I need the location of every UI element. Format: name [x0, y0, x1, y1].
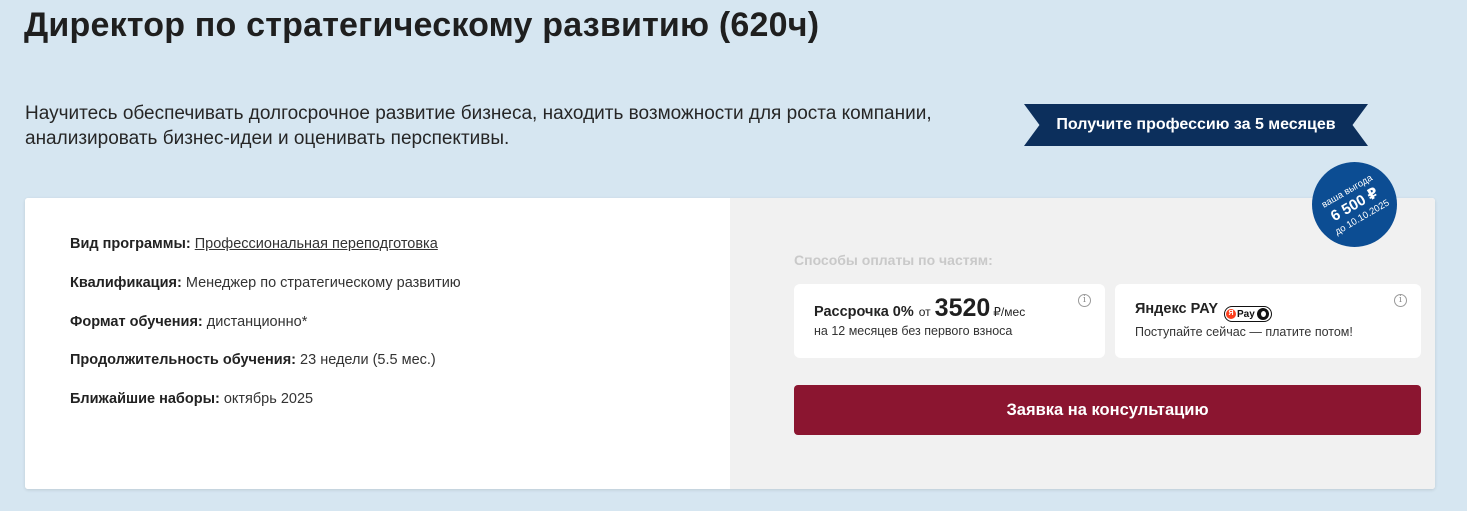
installment-from: от — [918, 305, 931, 319]
program-type-label: Вид программы: — [70, 236, 191, 252]
format-label: Формат обучения: — [70, 314, 203, 330]
installment-price: 3520 — [934, 294, 991, 322]
yandex-pay-logo-icon: Я Pay — [1224, 306, 1272, 322]
yandex-pay-description: Поступайте сейчас — платите потом! — [1135, 325, 1353, 339]
program-type-link[interactable]: Профессиональная переподготовка — [195, 236, 438, 252]
installment-option[interactable]: Рассрочка 0% от 3520 ₽/мес на 12 месяцев… — [794, 284, 1105, 358]
format-value: дистанционно* — [206, 314, 308, 330]
program-type-row: Вид программы: Профессиональная переподг… — [70, 236, 438, 252]
yandex-dot-icon: Я — [1226, 309, 1237, 319]
qualification-label: Квалификация: — [70, 275, 182, 291]
enrollment-value: октябрь 2025 — [223, 391, 314, 407]
program-info-panel: Вид программы: Профессиональная переподг… — [25, 198, 730, 489]
yandex-pay-title: Яндекс PAY — [1135, 301, 1219, 317]
enrollment-label: Ближайшие наборы: — [70, 391, 220, 407]
payment-heading: Способы оплаты по частям: — [794, 252, 993, 268]
yandex-pay-toggle-icon — [1256, 308, 1269, 320]
format-row: Формат обучения: дистанционно* — [70, 314, 307, 330]
installment-unit: ₽/мес — [993, 305, 1026, 319]
consultation-button-label: Заявка на консультацию — [1006, 400, 1209, 419]
qualification-value: Менеджер по стратегическому развитию — [185, 275, 461, 291]
installment-title-line: Рассрочка 0% от 3520 ₽/мес — [814, 294, 1025, 323]
program-card: Вид программы: Профессиональная переподг… — [25, 198, 1435, 489]
enrollment-row: Ближайшие наборы: октябрь 2025 — [70, 391, 313, 407]
duration-ribbon: Получите профессию за 5 месяцев — [1024, 104, 1368, 146]
duration-label: Продолжительность обучения: — [70, 352, 297, 368]
installment-info-icon[interactable]: i — [1078, 294, 1091, 307]
page-subtitle: Научитесь обеспечивать долгосрочное разв… — [25, 103, 932, 149]
installment-description: на 12 месяцев без первого взноса — [814, 324, 1013, 338]
qualification-row: Квалификация: Менеджер по стратегическом… — [70, 275, 461, 291]
yandex-pay-info-icon[interactable]: i — [1394, 294, 1407, 307]
installment-title: Рассрочка 0% — [814, 304, 914, 320]
page-title: Директор по стратегическому развитию (62… — [24, 6, 820, 44]
yandex-pay-badge-text: Pay — [1237, 308, 1255, 320]
benefit-badge: ваша выгода 6 500 ₽ до 10.10.2025 — [1312, 162, 1397, 247]
duration-row: Продолжительность обучения: 23 недели (5… — [70, 352, 436, 368]
yandex-pay-title-line: Яндекс PAY Я Pay — [1135, 301, 1272, 322]
consultation-request-button[interactable]: Заявка на консультацию — [794, 385, 1421, 435]
duration-value: 23 недели (5.5 мес.) — [300, 352, 436, 368]
yandex-pay-option[interactable]: Яндекс PAY Я Pay Поступайте сейчас — пла… — [1115, 284, 1421, 358]
ribbon-label: Получите профессию за 5 месяцев — [1056, 116, 1336, 133]
